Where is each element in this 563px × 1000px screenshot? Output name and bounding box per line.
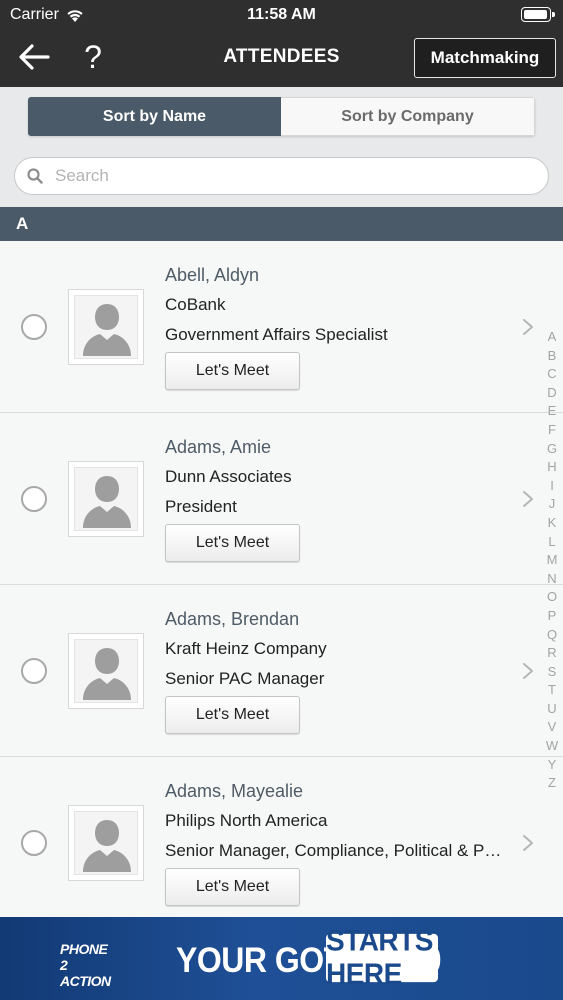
search-input[interactable] [55,166,515,186]
avatar [68,805,144,881]
attendee-company: Kraft Heinz Company [165,639,327,658]
index-letter-i[interactable]: I [543,477,561,496]
chevron-right-icon [523,835,533,851]
sort-by-name-tab[interactable]: Sort by Name [28,97,281,136]
index-letter-a[interactable]: A [543,328,561,347]
index-letter-v[interactable]: V [543,718,561,737]
avatar [68,633,144,709]
section-header: A [0,207,563,241]
battery-icon [521,7,555,22]
sort-segmented-control: Sort by Name Sort by Company [28,97,535,136]
matchmaking-button[interactable]: Matchmaking [414,38,556,78]
lets-meet-button[interactable]: Let's Meet [165,696,300,734]
status-time: 11:58 AM [247,6,316,23]
index-letter-m[interactable]: M [543,551,561,570]
chevron-right-icon [523,491,533,507]
attendee-name: Adams, Mayealie [165,781,304,801]
alphabet-index[interactable]: ABCDEFGHIJKLMNOPQRSTUVWYZ [543,328,561,793]
index-letter-t[interactable]: T [543,681,561,700]
index-letter-k[interactable]: K [543,514,561,533]
attendee-row[interactable]: Adams, Brendan Kraft Heinz Company Senio… [0,585,563,757]
index-letter-q[interactable]: Q [543,626,561,645]
person-placeholder-icon [83,648,131,700]
attendee-list[interactable]: Abell, Aldyn CoBank Government Affairs S… [0,241,563,917]
avatar [68,289,144,365]
banner-ad[interactable]: PHONE 2 ACTION YOUR GOTV 2020 STARTS HER… [0,917,563,1000]
attendee-company: CoBank [165,295,226,314]
attendee-row[interactable]: Adams, Mayealie Philips North America Se… [0,757,563,917]
attendee-row[interactable]: Abell, Aldyn CoBank Government Affairs S… [0,241,563,413]
attendee-title: Government Affairs Specialist [165,325,388,344]
avatar [68,461,144,537]
index-letter-c[interactable]: C [543,365,561,384]
sort-bar: Sort by Name Sort by Company [0,87,563,147]
index-letter-g[interactable]: G [543,440,561,459]
index-letter-n[interactable]: N [543,570,561,589]
attendee-row[interactable]: Adams, Amie Dunn Associates President Le… [0,413,563,585]
attendee-title: Senior PAC Manager [165,669,325,688]
search-bar [0,147,563,207]
attendee-company: Philips North America [165,811,328,830]
person-placeholder-icon [83,304,131,356]
search-icon [27,168,43,184]
index-letter-p[interactable]: P [543,607,561,626]
back-button[interactable] [16,40,52,74]
index-letter-o[interactable]: O [543,588,561,607]
index-letter-s[interactable]: S [543,663,561,682]
select-radio[interactable] [21,486,47,512]
attendee-name: Adams, Amie [165,437,272,457]
index-letter-r[interactable]: R [543,644,561,663]
select-radio[interactable] [21,658,47,684]
lets-meet-button[interactable]: Let's Meet [165,352,300,390]
index-letter-l[interactable]: L [543,533,561,552]
sort-by-company-tab[interactable]: Sort by Company [281,97,535,136]
index-letter-d[interactable]: D [543,384,561,403]
chevron-right-icon [523,319,533,335]
select-radio[interactable] [21,830,47,856]
index-letter-e[interactable]: E [543,402,561,421]
index-letter-y[interactable]: Y [543,756,561,775]
arrow-left-icon [19,44,50,70]
person-placeholder-icon [83,476,131,528]
app-header: Carrier 11:58 AM ? ATTENDEES Matchmaking [0,0,563,87]
chevron-right-icon [523,663,533,679]
help-button[interactable]: ? [80,38,106,76]
lets-meet-button[interactable]: Let's Meet [165,868,300,906]
attendee-name: Adams, Brendan [165,609,300,629]
attendee-company: Dunn Associates [165,467,292,486]
index-letter-w[interactable]: W [543,737,561,756]
status-bar: Carrier 11:58 AM [0,0,563,30]
index-letter-h[interactable]: H [543,458,561,477]
person-placeholder-icon [83,820,131,872]
index-letter-j[interactable]: J [543,495,561,514]
lets-meet-button[interactable]: Let's Meet [165,524,300,562]
battery-level [524,10,547,19]
banner-badge: STARTS HERE [326,924,438,991]
search-box [14,157,549,195]
attendee-name: Abell, Aldyn [165,265,260,285]
index-letter-b[interactable]: B [543,347,561,366]
attendee-title: President [165,497,237,516]
index-letter-z[interactable]: Z [543,774,561,793]
banner-logo-line1: PHONE 2 [60,941,108,973]
select-radio[interactable] [21,314,47,340]
banner-logo-line2: ACTION [60,973,111,989]
banner-logo: PHONE 2 ACTION [60,941,114,989]
index-letter-f[interactable]: F [543,421,561,440]
attendee-title: Senior Manager, Compliance, Political & … [165,841,510,860]
index-letter-u[interactable]: U [543,700,561,719]
